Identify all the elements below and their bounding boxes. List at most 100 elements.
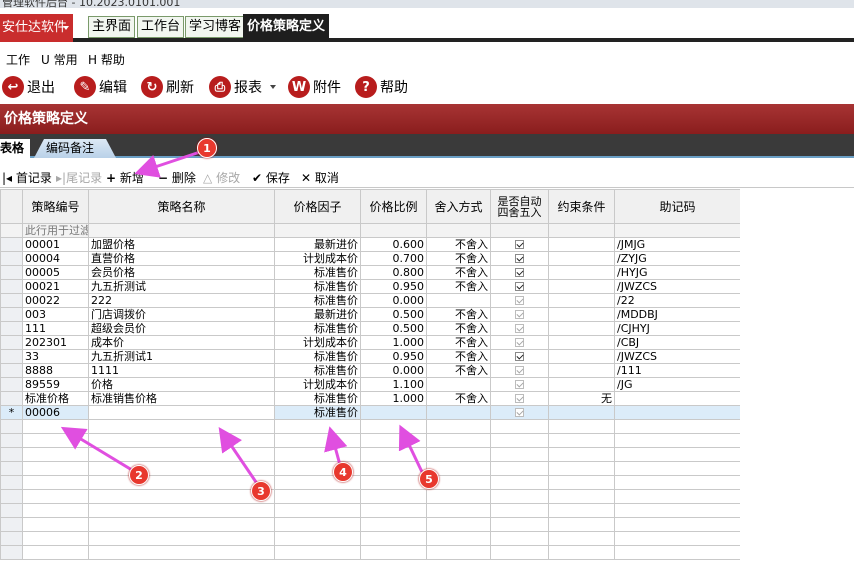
cell-rounding[interactable]: 不舍入 [426,251,491,266]
cell-ratio[interactable]: 0.500 [360,321,427,336]
cell-name[interactable]: 价格 [88,377,275,392]
cell-factor[interactable]: 计划成本价 [274,335,361,350]
empty-cell[interactable] [22,461,89,476]
col-header-auto-round[interactable]: 是否自动四舍五入 [490,189,549,224]
cell-factor[interactable]: 计划成本价 [274,251,361,266]
refresh-button[interactable]: ↻ 刷新 [141,75,194,99]
empty-cell[interactable] [274,419,361,434]
cell-rounding[interactable]: 不舍入 [426,349,491,364]
empty-cell[interactable] [274,545,361,560]
empty-cell[interactable] [88,433,275,448]
cell-constraint[interactable] [548,335,615,350]
checkbox-icon[interactable] [515,296,524,305]
empty-cell[interactable] [274,531,361,546]
cell-ratio[interactable]: 1.000 [360,335,427,350]
table-row[interactable]: 003 门店调拨价 最新进价 0.500 不舍入/MDDBJ [0,307,740,322]
tab-workbench[interactable]: 工作台 [137,16,185,38]
checkbox-icon[interactable] [515,338,524,347]
cell-auto-round[interactable] [490,363,549,378]
modify-button[interactable]: △ 修改 [203,169,240,186]
cell-auto-round[interactable] [490,307,549,322]
cell-mnemonic[interactable]: /ZYJG [614,251,740,266]
cell-code[interactable]: 00005 [22,265,89,280]
empty-cell[interactable] [360,475,427,490]
col-header-name[interactable]: 策略名称 [88,189,275,224]
cell-factor[interactable]: 标准售价 [274,265,361,280]
cell-constraint[interactable]: 无 [548,391,615,406]
empty-cell[interactable] [548,461,615,476]
empty-cell[interactable] [88,419,275,434]
empty-cell[interactable] [614,489,740,504]
cell-factor[interactable]: 最新进价 [274,307,361,322]
cell-mnemonic[interactable]: /JMJG [614,237,740,252]
empty-cell[interactable] [490,475,549,490]
empty-cell[interactable] [426,419,491,434]
empty-cell[interactable] [490,503,549,518]
cell-mnemonic[interactable]: /CJHYJ [614,321,740,336]
cell-mnemonic[interactable]: /JWZCS [614,279,740,294]
cell-rounding[interactable] [426,293,491,308]
cell-constraint[interactable] [548,377,615,392]
empty-cell[interactable] [360,419,427,434]
filter-cell[interactable]: 此行用于过滤 [22,223,89,238]
cell-auto-round[interactable] [490,335,549,350]
empty-cell[interactable] [548,545,615,560]
cell-ratio[interactable]: 0.700 [360,251,427,266]
cell-ratio[interactable]: 0.800 [360,265,427,280]
empty-cell[interactable] [360,503,427,518]
empty-cell[interactable] [548,503,615,518]
cell-name[interactable]: 加盟价格 [88,237,275,252]
cancel-button[interactable]: ✕ 取消 [301,169,339,186]
empty-cell[interactable] [490,447,549,462]
empty-cell[interactable] [426,503,491,518]
empty-cell[interactable] [614,475,740,490]
filter-cell[interactable] [548,223,615,238]
empty-cell[interactable] [22,517,89,532]
cell-code[interactable]: 00021 [22,279,89,294]
cell-ratio[interactable]: 0.950 [360,279,427,294]
empty-cell[interactable] [88,517,275,532]
empty-cell[interactable] [426,489,491,504]
cell-ratio[interactable]: 0.950 [360,349,427,364]
empty-cell[interactable] [360,517,427,532]
empty-cell[interactable] [548,419,615,434]
filter-cell[interactable] [360,223,427,238]
empty-cell[interactable] [274,489,361,504]
cell-mnemonic[interactable] [614,405,740,420]
cell-constraint[interactable] [548,251,615,266]
cell-constraint[interactable] [548,321,615,336]
checkbox-icon[interactable] [515,380,524,389]
cell-auto-round[interactable] [490,377,549,392]
help-button[interactable]: ? 帮助 [355,75,408,99]
checkbox-icon[interactable] [515,352,524,361]
tab-table[interactable]: 表格 [0,139,30,158]
cell-rounding[interactable]: 不舍入 [426,237,491,252]
checkbox-icon[interactable] [515,394,524,403]
cell-factor[interactable]: 标准售价 [274,321,361,336]
cell-constraint[interactable] [548,293,615,308]
cell-constraint[interactable] [548,265,615,280]
empty-cell[interactable] [22,419,89,434]
cell-code[interactable]: 33 [22,349,89,364]
empty-cell[interactable] [360,545,427,560]
cell-rounding[interactable]: 不舍入 [426,363,491,378]
cell-auto-round[interactable] [490,349,549,364]
empty-cell[interactable] [88,461,275,476]
checkbox-icon[interactable] [515,254,524,263]
cell-name[interactable] [88,405,275,420]
col-header-constraint[interactable]: 约束条件 [548,189,615,224]
cell-constraint[interactable] [548,307,615,322]
empty-cell[interactable] [548,489,615,504]
empty-cell[interactable] [274,517,361,532]
cell-rounding[interactable] [426,405,491,420]
cell-auto-round[interactable] [490,293,549,308]
cell-code[interactable]: 标准价格 [22,391,89,406]
cell-rounding[interactable]: 不舍入 [426,335,491,350]
col-header-mnemonic[interactable]: 助记码 [614,189,740,224]
table-row[interactable]: 89559 价格 计划成本价 1.100/JG [0,377,740,392]
empty-cell[interactable] [614,545,740,560]
menu-work[interactable]: 工作 [6,51,30,68]
tab-price-strategy[interactable]: 价格策略定义 [243,14,330,40]
col-header-factor[interactable]: 价格因子 [274,189,361,224]
cell-ratio[interactable] [360,405,427,420]
